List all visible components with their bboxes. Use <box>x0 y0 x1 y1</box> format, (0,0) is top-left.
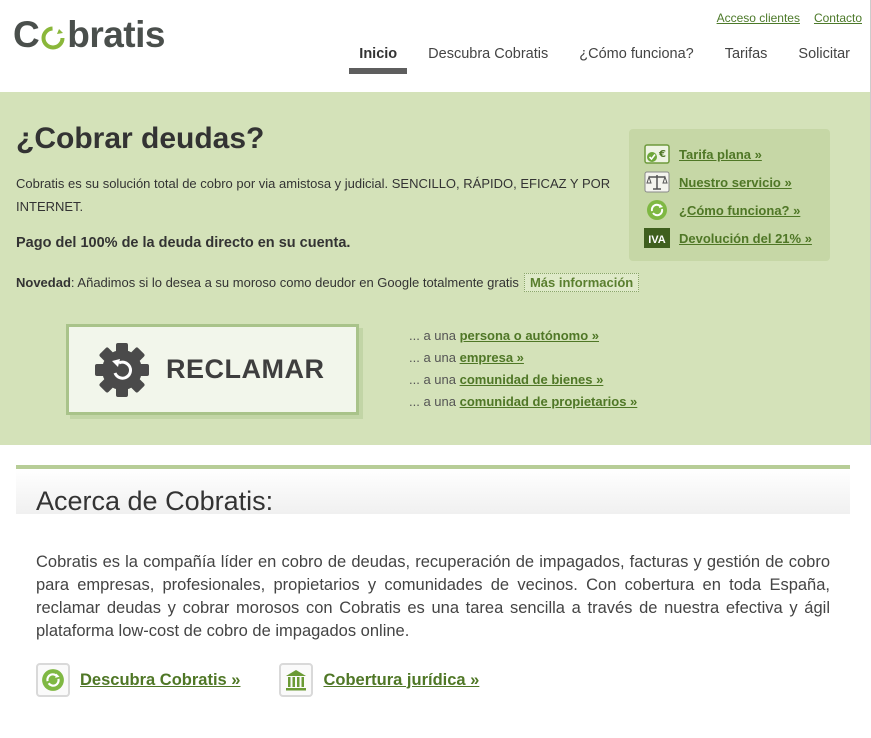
hero-intro: Cobratis es su solución total de cobro p… <box>16 176 611 214</box>
gear-refresh-icon <box>95 342 149 397</box>
reclamar-button[interactable]: RECLAMAR <box>66 324 359 415</box>
quick-links-box: € Tarifa plana » Nuestro servicio » ¿Cóm… <box>629 129 830 261</box>
refresh-leaf-icon <box>644 199 670 221</box>
svg-text:IVA: IVA <box>648 234 666 246</box>
target-row: ... a una persona o autónomo » <box>409 328 599 343</box>
mas-informacion-link[interactable]: Más información <box>523 273 640 292</box>
about-section: Acerca de Cobratis: Cobratis es la compa… <box>16 465 850 738</box>
hero-title: ¿Cobrar deudas? <box>16 122 265 155</box>
devolucion-iva-link[interactable]: Devolución del 21% » <box>679 231 812 246</box>
reclamar-label: RECLAMAR <box>166 354 325 384</box>
logo-text-right: bratis <box>67 14 165 55</box>
nav-descubra-cobratis[interactable]: Descubra Cobratis <box>428 46 548 74</box>
about-link-descubra: Descubra Cobratis » <box>36 663 240 697</box>
target-persona-link[interactable]: persona o autónomo » <box>460 328 599 343</box>
contacto-link[interactable]: Contacto <box>814 11 862 25</box>
target-row: ... a una comunidad de bienes » <box>409 372 604 387</box>
nuestro-servicio-link[interactable]: Nuestro servicio » <box>679 175 792 190</box>
descubra-cobratis-link[interactable]: Descubra Cobratis » <box>80 671 240 690</box>
main-nav: Inicio Descubra Cobratis ¿Cómo funciona?… <box>349 46 850 74</box>
nav-tarifas[interactable]: Tarifas <box>725 46 768 74</box>
nav-solicitar[interactable]: Solicitar <box>798 46 850 74</box>
target-comunidad-propietarios-link[interactable]: comunidad de propietarios » <box>460 394 638 409</box>
refresh-leaf-icon <box>36 663 70 697</box>
logo-refresh-o-icon <box>41 26 65 49</box>
novedad-line: Novedad : Añadimos si lo desea a su moro… <box>16 273 640 292</box>
top-links: Acceso clientes Contacto <box>717 11 862 25</box>
site-header: C bratis Acceso clientes Contacto Inicio… <box>0 0 871 92</box>
about-title: Acerca de Cobratis: <box>36 486 274 516</box>
quick-link-como: ¿Cómo funciona? » <box>644 196 830 224</box>
about-links: Descubra Cobratis » Cobertura jurídica » <box>36 663 518 697</box>
about-header-bar: Acerca de Cobratis: <box>16 465 850 516</box>
cobratis-logo[interactable]: C bratis <box>13 14 165 56</box>
euro-check-icon: € <box>644 143 670 165</box>
nav-inicio[interactable]: Inicio <box>349 46 408 74</box>
target-row: ... a una empresa » <box>409 350 524 365</box>
cobertura-juridica-link[interactable]: Cobertura jurídica » <box>323 671 479 690</box>
hero-section: ¿Cobrar deudas? Cobratis es su solución … <box>0 92 871 445</box>
quick-link-tarifa: € Tarifa plana » <box>644 140 830 168</box>
logo-text-left: C <box>13 14 40 55</box>
reclamar-targets: ... a una persona o autónomo » ... a una… <box>409 325 637 413</box>
acceso-clientes-link[interactable]: Acceso clientes <box>717 11 800 25</box>
target-empresa-link[interactable]: empresa » <box>460 350 524 365</box>
como-funciona-link[interactable]: ¿Cómo funciona? » <box>679 203 800 218</box>
target-row: ... a una comunidad de propietarios » <box>409 394 638 409</box>
novedad-text: : Añadimos si lo desea a su moroso como … <box>70 275 519 290</box>
novedad-label: Novedad <box>16 275 71 290</box>
quick-link-devolucion: IVA Devolución del 21% » <box>644 224 830 252</box>
about-link-cobertura: Cobertura jurídica » <box>279 663 479 697</box>
scales-icon <box>644 171 670 193</box>
about-text: Cobratis es la compañía líder en cobro d… <box>36 553 830 640</box>
iva-badge-icon: IVA <box>644 227 670 249</box>
svg-text:€: € <box>658 149 666 160</box>
tarifa-plana-link[interactable]: Tarifa plana » <box>679 147 762 162</box>
nav-como-funciona[interactable]: ¿Cómo funciona? <box>579 46 693 74</box>
target-comunidad-bienes-link[interactable]: comunidad de bienes » <box>460 372 604 387</box>
courthouse-icon <box>279 663 314 697</box>
quick-link-servicio: Nuestro servicio » <box>644 168 830 196</box>
hero-pago: Pago del 100% de la deuda directo en su … <box>16 235 351 251</box>
